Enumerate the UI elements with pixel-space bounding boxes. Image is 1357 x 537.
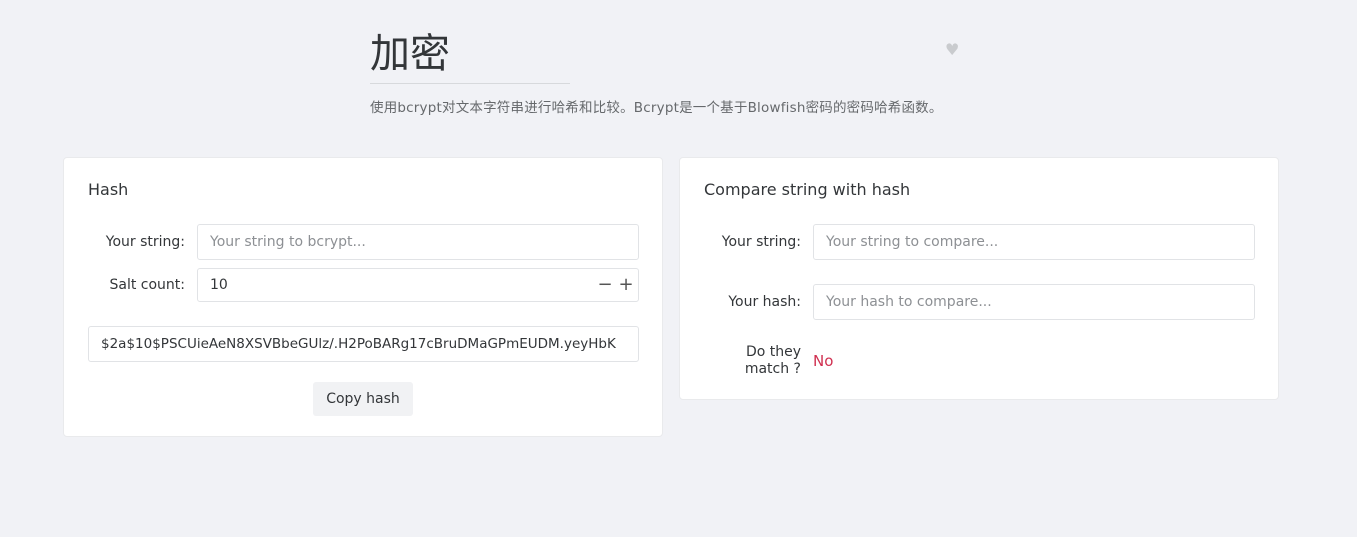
compare-hash-label: Your hash: [728,293,801,310]
compare-hash-input[interactable] [813,284,1255,320]
compare-card-title: Compare string with hash [704,180,911,199]
hash-output[interactable]: $2a$10$PSCUieAeN8XSVBbeGUlz/.H2PoBARg17c… [88,326,639,362]
match-label: Do they match ? [744,344,801,377]
salt-count-stepper[interactable]: 10 − + [197,268,639,302]
match-row: Do they match ? No [704,344,1255,378]
compare-string-row: Your string: [704,224,1255,260]
salt-count-value[interactable]: 10 [210,277,596,293]
heart-icon[interactable]: ♥ [945,42,961,58]
compare-card: Compare string with hash Your string: Yo… [679,157,1279,400]
page-header: 加密 ♥ 使用bcrypt对文本字符串进行哈希和比较。Bcrypt是一个基于Bl… [370,28,970,116]
hash-string-row: Your string: [88,224,639,260]
hash-card-title: Hash [88,180,129,199]
hash-string-input[interactable] [197,224,639,260]
hash-card: Hash Your string: Salt count: 10 − + $2a… [63,157,663,437]
compare-hash-row: Your hash: [704,284,1255,320]
match-result: No [813,352,834,370]
minus-icon[interactable]: − [596,276,614,294]
salt-count-row: Salt count: 10 − + [88,268,639,302]
hash-string-label: Your string: [105,233,185,250]
salt-count-label: Salt count: [109,276,185,293]
compare-string-input[interactable] [813,224,1255,260]
compare-string-label: Your string: [721,233,801,250]
plus-icon[interactable]: + [617,276,635,294]
page-title: 加密 [370,28,570,84]
page-description: 使用bcrypt对文本字符串进行哈希和比较。Bcrypt是一个基于Blowfis… [370,100,943,116]
copy-hash-button[interactable]: Copy hash [313,382,413,416]
